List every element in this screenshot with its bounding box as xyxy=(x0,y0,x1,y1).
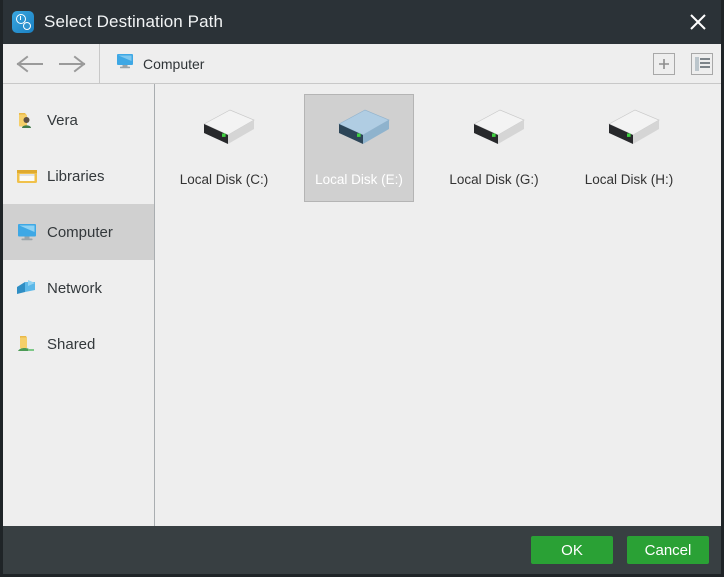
toolbar: Computer xyxy=(3,44,721,84)
sidebar-item-network[interactable]: Network xyxy=(3,260,154,316)
sidebar-item-label: Libraries xyxy=(47,167,105,185)
sidebar-item-label: Network xyxy=(47,279,103,297)
window-title: Select Destination Path xyxy=(44,12,224,31)
sidebar: Vera Libraries Computer Network Shared xyxy=(3,84,155,526)
drive-label: Local Disk (E:) xyxy=(315,172,403,187)
select-destination-path-dialog: Select Destination Path Computer Vera Li… xyxy=(0,0,724,577)
drive-label: Local Disk (G:) xyxy=(449,172,539,187)
close-icon[interactable] xyxy=(675,0,721,44)
drive-label: Local Disk (C:) xyxy=(179,172,269,187)
sidebar-item-vera[interactable]: Vera xyxy=(3,92,154,148)
computer-monitor-icon xyxy=(16,222,38,242)
plus-icon[interactable] xyxy=(653,52,675,75)
breadcrumb-label: Computer xyxy=(143,55,205,72)
title-bar: Select Destination Path xyxy=(3,0,721,44)
ok-button[interactable]: OK xyxy=(531,536,613,564)
cancel-button[interactable]: Cancel xyxy=(627,536,709,564)
hard-disk-icon xyxy=(323,102,395,160)
sidebar-item-label: Shared xyxy=(47,335,96,353)
computer-monitor-icon xyxy=(116,53,134,74)
hard-disk-icon xyxy=(188,102,260,160)
arrow-right-icon[interactable] xyxy=(57,55,87,73)
drive-list: Local Disk (C:) Local Disk (E:) Local Di… xyxy=(155,84,721,526)
drive-label: Local Disk (H:) xyxy=(584,172,674,187)
clock-gear-icon xyxy=(12,11,34,33)
arrow-left-icon[interactable] xyxy=(15,55,45,73)
sidebar-item-label: Vera xyxy=(47,111,78,129)
user-folder-icon xyxy=(16,110,38,130)
network-icon xyxy=(16,278,38,298)
sidebar-item-computer[interactable]: Computer xyxy=(3,204,154,260)
list-view-icon[interactable] xyxy=(691,52,713,75)
navigation-arrows xyxy=(3,44,99,83)
sidebar-item-label: Computer xyxy=(47,223,113,241)
dialog-footer: OK Cancel xyxy=(3,526,721,574)
breadcrumb[interactable]: Computer xyxy=(116,53,204,74)
hard-disk-icon xyxy=(593,102,665,160)
drive-item-h[interactable]: Local Disk (H:) xyxy=(574,94,684,202)
dialog-body: Vera Libraries Computer Network Shared L… xyxy=(3,84,721,526)
drive-item-g[interactable]: Local Disk (G:) xyxy=(439,94,549,202)
drive-item-e[interactable]: Local Disk (E:) xyxy=(304,94,414,202)
shared-folder-icon xyxy=(16,334,38,354)
drive-item-c[interactable]: Local Disk (C:) xyxy=(169,94,279,202)
hard-disk-icon xyxy=(458,102,530,160)
sidebar-item-libraries[interactable]: Libraries xyxy=(3,148,154,204)
sidebar-item-shared[interactable]: Shared xyxy=(3,316,154,372)
libraries-folder-icon xyxy=(16,166,38,186)
toolbar-divider xyxy=(99,44,100,83)
toolbar-actions xyxy=(653,44,713,83)
